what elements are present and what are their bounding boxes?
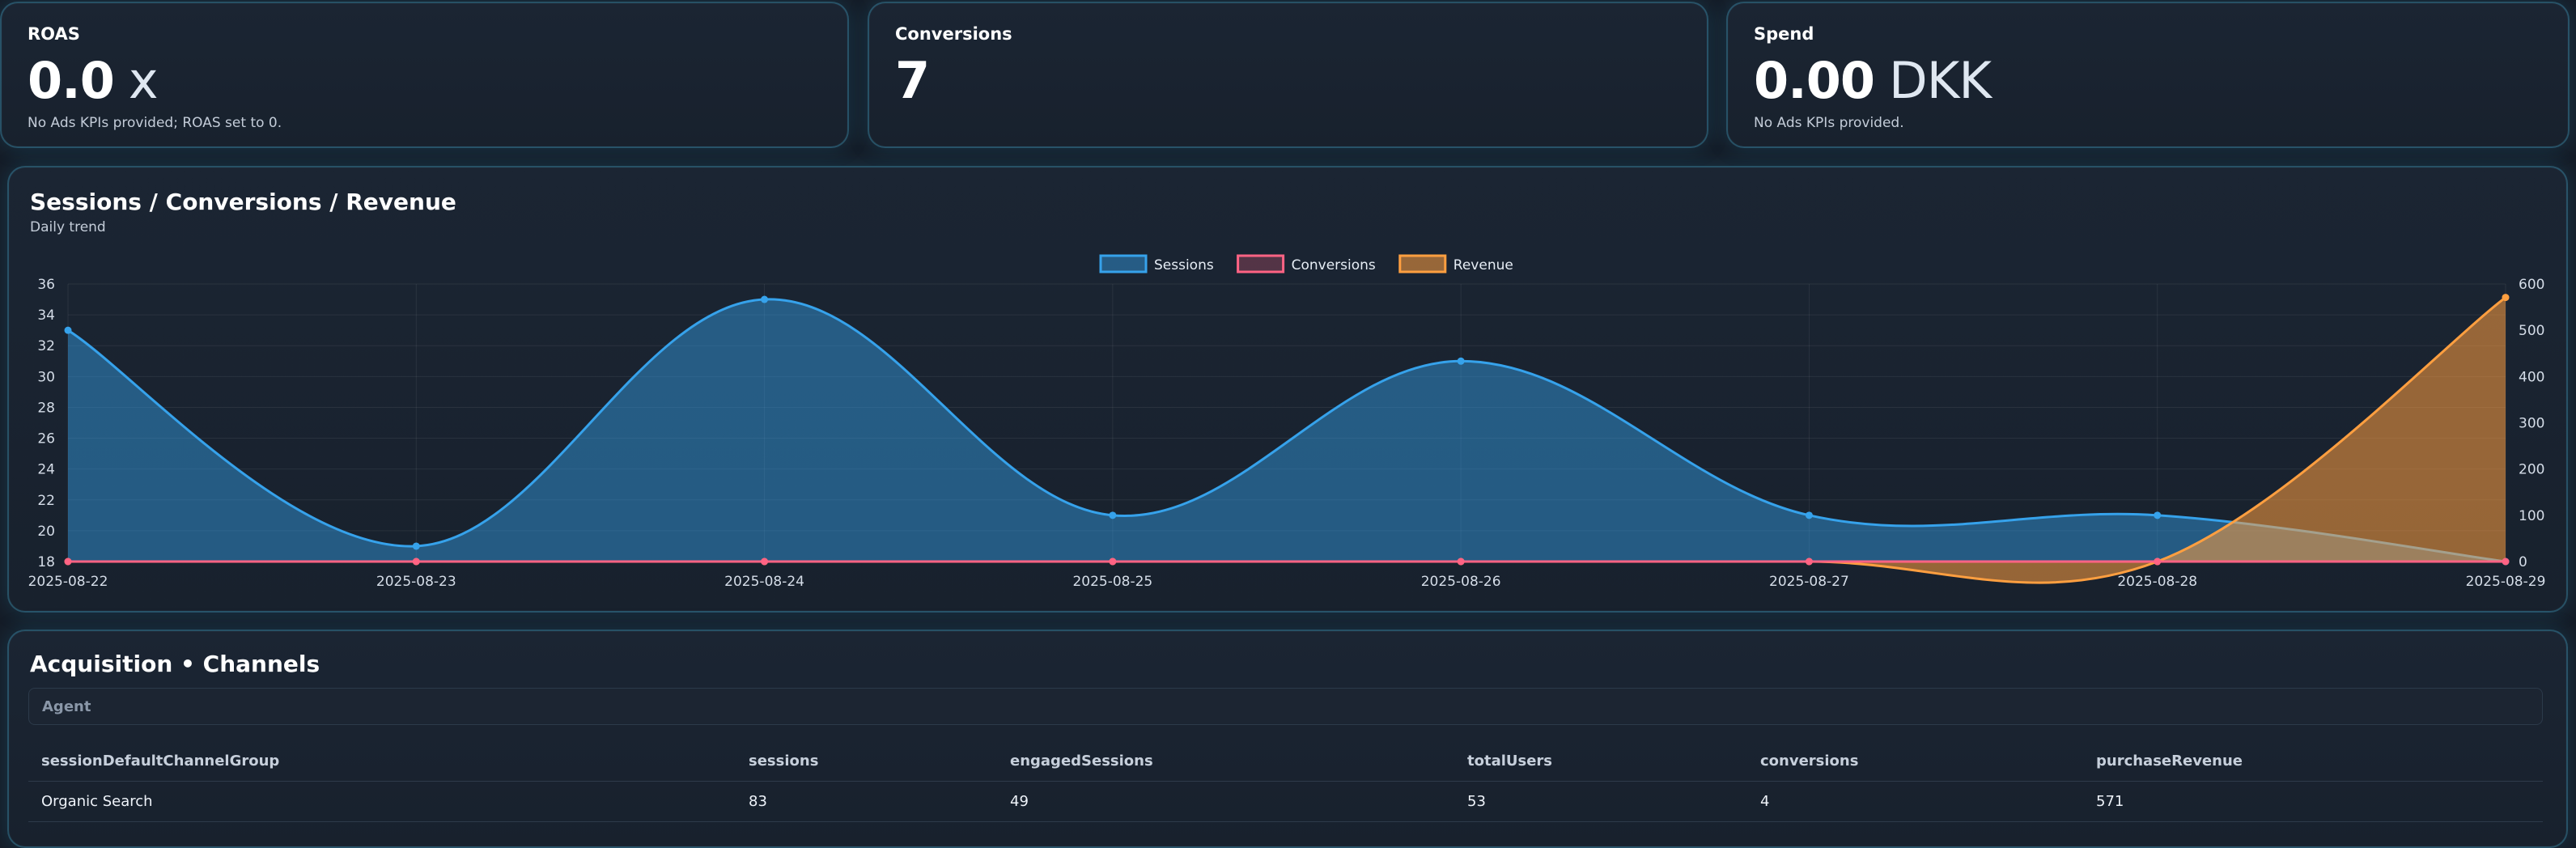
agent-bar: Agent bbox=[28, 688, 2543, 725]
agent-label: Agent bbox=[42, 698, 91, 715]
kpi-label: ROAS bbox=[28, 24, 80, 44]
kpi-card-spend: Spend 0.00 DKK No Ads KPIs provided. bbox=[1726, 2, 2570, 148]
kpi-note: No Ads KPIs provided. bbox=[1754, 115, 1904, 131]
kpi-value: 0.0 x bbox=[28, 50, 159, 112]
kpi-card-conversions: Conversions 7 bbox=[868, 2, 1708, 148]
table-cell: 83 bbox=[749, 793, 767, 810]
kpi-number: 7 bbox=[895, 51, 930, 110]
column-header[interactable]: sessionDefaultChannelGroup bbox=[41, 753, 279, 770]
kpi-value: 0.00 DKK bbox=[1754, 50, 1992, 112]
column-header[interactable]: engagedSessions bbox=[1010, 753, 1153, 770]
kpi-number: 0.0 bbox=[28, 51, 115, 110]
column-header[interactable]: totalUsers bbox=[1467, 753, 1552, 770]
table-cell: 571 bbox=[2096, 793, 2124, 810]
table-row[interactable]: Organic Search 83 49 53 4 571 bbox=[28, 782, 2543, 822]
column-header[interactable]: conversions bbox=[1760, 753, 1858, 770]
table-cell: 53 bbox=[1467, 793, 1486, 810]
column-header[interactable]: sessions bbox=[749, 753, 818, 770]
kpi-value: 7 bbox=[895, 50, 930, 112]
table-cell: Organic Search bbox=[41, 793, 153, 810]
kpi-unit: DKK bbox=[1888, 51, 1992, 110]
table-cell: 49 bbox=[1010, 793, 1029, 810]
section-title: Sessions / Conversions / Revenue bbox=[30, 189, 456, 215]
kpi-label: Spend bbox=[1754, 24, 1814, 44]
column-header[interactable]: purchaseRevenue bbox=[2096, 753, 2243, 770]
trend-card: Sessions / Conversions / Revenue Daily t… bbox=[7, 166, 2568, 613]
kpi-note: No Ads KPIs provided; ROAS set to 0. bbox=[28, 115, 282, 131]
kpi-label: Conversions bbox=[895, 24, 1012, 44]
section-subtitle: Daily trend bbox=[30, 219, 106, 235]
kpi-unit: x bbox=[128, 51, 159, 110]
section-title: Acquisition • Channels bbox=[30, 651, 320, 677]
table-cell: 4 bbox=[1760, 793, 1770, 810]
kpi-card-roas: ROAS 0.0 x No Ads KPIs provided; ROAS set… bbox=[0, 2, 849, 148]
table-header: sessionDefaultChannelGroup sessions enga… bbox=[28, 741, 2543, 782]
kpi-number: 0.00 bbox=[1754, 51, 1875, 110]
